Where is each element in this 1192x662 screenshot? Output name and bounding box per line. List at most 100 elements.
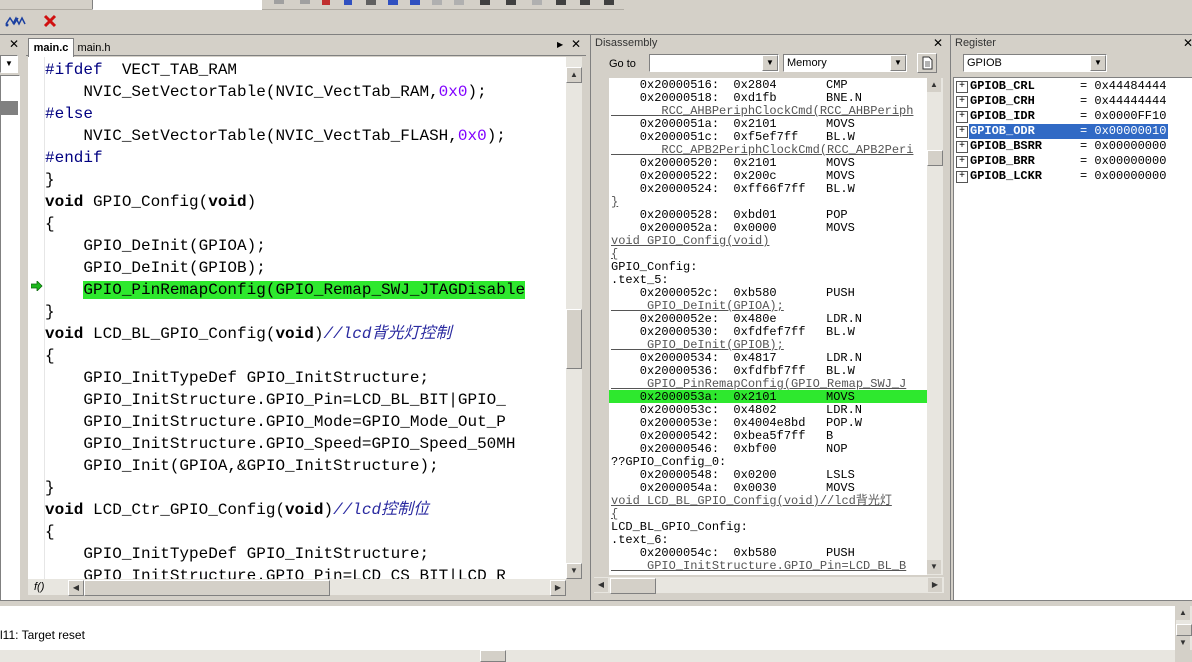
memory-select-value: Memory [787,57,827,69]
register-title: Register [951,35,1192,51]
disasm-text: GPIO_DeInit(GPIOB); [611,338,784,352]
scroll-left-icon[interactable]: ◀ [594,578,608,592]
scroll-right-icon[interactable]: ▶ [928,578,942,592]
expand-icon[interactable]: + [956,111,968,123]
disasm-mnemonic: BNE.N [826,91,863,105]
register-row[interactable]: + GPIOB_CRH = 0x44444444 [956,94,1168,109]
disasm-mnemonic: POP.W [826,416,863,430]
register-row[interactable]: + GPIOB_BSRR = 0x00000000 [956,139,1168,154]
scroll-down-icon[interactable]: ▼ [927,560,941,574]
goto-input[interactable]: ▼ [649,54,779,72]
scroll-thumb-horizontal[interactable] [610,578,656,594]
disasm-mnemonic: LDR.N [826,403,863,417]
scroll-right-icon[interactable]: ▶ [550,580,566,596]
register-row[interactable]: + GPIOB_CRL = 0x44484444 [956,79,1168,94]
register-name: GPIOB_ODR [969,124,1080,139]
register-row[interactable]: + GPIOB_IDR = 0x0000FF10 [956,109,1168,124]
disassembly-close-icon[interactable]: ✕ [933,37,943,49]
register-value: = 0x00000000 [1080,154,1167,168]
disasm-mnemonic: MOVS [826,156,855,170]
register-group-value: GPIOB [967,57,1002,69]
disasm-mnemonic: LSLS [826,468,855,482]
scroll-down-icon[interactable]: ▼ [1176,636,1190,650]
register-name: GPIOB_LCKR [970,169,1043,183]
disasm-text: GPIO_InitStructure.GPIO_Pin=LCD_BL_B [611,559,907,573]
scroll-thumb-horizontal[interactable] [480,650,506,662]
disasm-mnemonic: MOVS [826,221,855,235]
register-row[interactable]: + GPIOB_LCKR = 0x00000000 [956,169,1168,184]
output-scrollbar-horizontal[interactable] [0,650,1175,662]
disasm-mnemonic: PUSH [826,546,855,560]
register-value: = 0x44484444 [1080,79,1167,93]
disasm-mnemonic: POP [826,208,848,222]
output-scrollbar-vertical[interactable]: ▲ ▼ [1176,606,1192,650]
scroll-thumb-horizontal[interactable] [84,580,330,596]
disasm-text: { [611,507,619,521]
disasm-mnemonic: MOVS [826,117,855,131]
disasm-mnemonic: MOVS [826,390,855,404]
disasm-text: GPIO_DeInit(GPIOA); [611,299,784,313]
disasm-mnemonic: B [826,429,834,443]
scroll-left-icon[interactable]: ◀ [68,580,84,596]
disasm-mnemonic: BL.W [826,364,855,378]
output-panel: l11: Target reset ▲ ▼ [0,600,1192,662]
expand-icon[interactable]: + [956,156,968,168]
disasm-text: GPIO_PinRemapConfig(GPIO_Remap_SWJ_J [611,377,907,391]
memory-select[interactable]: Memory ▼ [783,54,907,72]
code-token: #ifdef [45,61,103,79]
func-button[interactable]: f() [34,580,52,594]
disassembly-options-button[interactable] [917,53,937,73]
scroll-thumb[interactable] [927,150,943,166]
disassembly-scrollbar-horizontal[interactable]: ◀ ▶ [594,577,944,594]
expand-icon[interactable]: + [956,141,968,153]
editor-close-icon[interactable]: ✕ [571,38,581,50]
disasm-text: void LCD_BL_GPIO_Config(void)//lcd背光灯 [611,494,892,508]
goto-dropdown-icon[interactable]: ▼ [762,55,778,71]
scroll-up-icon[interactable]: ▲ [927,78,941,92]
disasm-text: RCC_AHBPeriphClockCmd(RCC_AHBPeriph [611,104,914,118]
register-value: = 0x00000010 [1080,124,1168,139]
register-group-select[interactable]: GPIOB ▼ [963,54,1107,72]
register-value: = 0x00000000 [1080,139,1167,153]
disasm-text: RCC_APB2PeriphClockCmd(RCC_APB2Peri [611,143,914,157]
scroll-thumb[interactable] [1176,624,1192,636]
disasm-source-line[interactable]: GPIO_InitStructure.GPIO_Pin=LCD_BL_B [611,560,906,573]
register-row[interactable]: + GPIOB_BRR = 0x00000000 [956,154,1168,169]
register-name: GPIOB_IDR [970,109,1035,123]
disasm-source-line[interactable]: void LCD_BL_GPIO_Config(void)//lcd背光灯 [611,495,892,508]
code-token: VECT_TAB_RAM [102,61,238,79]
register-row[interactable]: + GPIOB_ODR = 0x00000010 [956,124,1168,139]
register-name: GPIOB_BSRR [970,139,1043,153]
disasm-mnemonic: BL.W [826,325,855,339]
disasm-mnemonic: LDR.N [826,312,863,326]
disasm-mnemonic: MOVS [826,481,855,495]
scroll-up-icon[interactable]: ▲ [1176,606,1190,620]
disasm-lines-clip: 0x20000516: 0x2804 CMP 0x20000518: 0xd1fb… [0,78,927,575]
disasm-mnemonic: PUSH [826,286,855,300]
disasm-text: } [611,195,619,209]
disasm-mnemonic: NOP [826,442,848,456]
memory-dropdown-icon[interactable]: ▼ [890,55,906,71]
disassembly-scrollbar-vertical[interactable]: ▲ ▼ [927,78,943,575]
disasm-line[interactable]: 0x20000524: 0xff66f7ff BL.W [611,183,855,196]
disasm-mnemonic: LDR.N [826,351,863,365]
output-message: l11: Target reset [0,628,85,642]
disasm-text: void GPIO_Config(void) [611,234,770,248]
disasm-source-line[interactable]: void GPIO_Config(void) [611,235,769,248]
expand-icon[interactable]: + [956,96,968,108]
register-close-icon[interactable]: ✕ [1183,37,1192,49]
register-name: GPIOB_CRL [970,79,1035,93]
editor-scrollbar-horizontal[interactable]: f() ◀ ▶ [28,579,566,596]
disasm-mnemonic: BL.W [826,130,855,144]
register-group-dropdown-icon[interactable]: ▼ [1090,55,1106,71]
register-value: = 0x0000FF10 [1080,109,1167,123]
expand-icon[interactable]: + [956,171,968,183]
register-name: GPIOB_BRR [970,154,1035,168]
expand-icon[interactable]: + [956,126,968,138]
expand-icon[interactable]: + [956,81,968,93]
disassembly-title: Disassembly [591,35,947,51]
disasm-text: 0x20000524: 0xff66f7ff [611,182,806,196]
output-list[interactable]: l11: Target reset [0,606,1175,650]
register-value: = 0x44444444 [1080,94,1167,108]
disasm-mnemonic: CMP [826,78,848,92]
